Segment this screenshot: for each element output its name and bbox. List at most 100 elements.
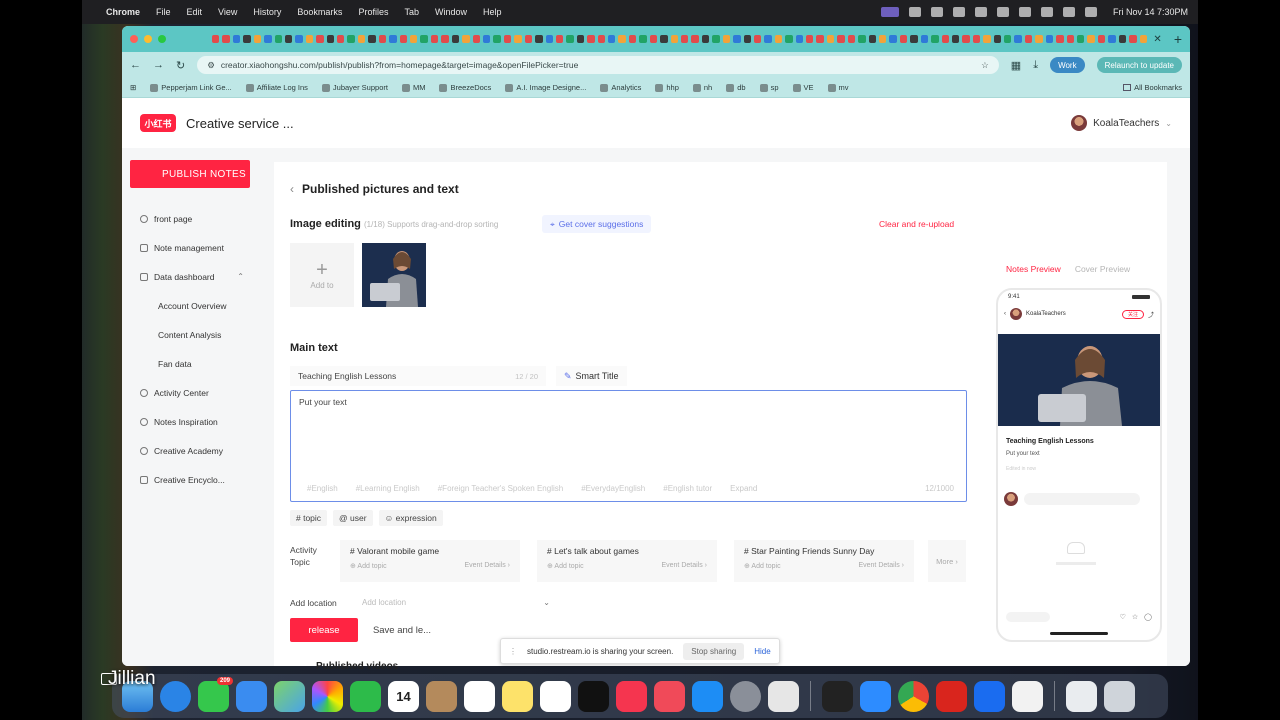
sidebar-item-data-dashboard[interactable]: Data dashboard ⌃ — [130, 262, 256, 291]
downloads-icon[interactable] — [1066, 680, 1097, 712]
new-tab-icon[interactable]: + — [1174, 31, 1182, 47]
hashtag-suggestion[interactable]: #English — [307, 484, 338, 493]
bookmark-item[interactable]: MM — [401, 83, 425, 92]
more-activities-button[interactable]: More › — [928, 540, 966, 582]
menu-app-name[interactable]: Chrome — [106, 7, 140, 17]
expression-chip[interactable]: ☺ expression — [378, 510, 443, 526]
mail-icon[interactable] — [236, 680, 267, 712]
title-input[interactable]: Teaching English Lessons 12 / 20 — [290, 366, 546, 386]
bookmark-item[interactable]: A.I. Image Designe... — [505, 83, 586, 92]
bookmark-item[interactable]: sp — [759, 83, 779, 92]
reminders-icon[interactable] — [464, 680, 495, 712]
sidebar-item-front-page[interactable]: front page — [130, 204, 256, 233]
apps-icon[interactable]: ⊞ — [130, 83, 136, 92]
get-cover-suggestions-button[interactable]: ⌖ Get cover suggestions — [542, 215, 652, 233]
bookmark-item[interactable]: Affiliate Log Ins — [245, 83, 308, 92]
download-icon[interactable]: ⤓ — [1033, 59, 1038, 72]
sidebar-item-fan-data[interactable]: Fan data — [130, 349, 256, 378]
publish-notes-button[interactable]: PUBLISH NOTES — [130, 160, 250, 188]
screen-sharing-icon[interactable] — [768, 680, 799, 712]
bookmark-item[interactable]: Analytics — [600, 83, 641, 92]
menu-profiles[interactable]: Profiles — [358, 7, 388, 17]
textedit-icon[interactable] — [1012, 680, 1043, 712]
chrome-icon[interactable] — [898, 680, 929, 712]
add-image-button[interactable]: + Add to — [290, 243, 354, 307]
maps-icon[interactable] — [274, 680, 305, 712]
menu-view[interactable]: View — [218, 7, 237, 17]
menu-window[interactable]: Window — [435, 7, 467, 17]
sidebar-item-note-management[interactable]: Note management — [130, 233, 256, 262]
pinned-tabs[interactable] — [212, 35, 1147, 43]
status-icon[interactable] — [930, 7, 943, 17]
sidebar-item-activity-center[interactable]: Activity Center — [130, 378, 256, 407]
bookmark-item[interactable]: Jubayer Support — [321, 83, 388, 92]
all-bookmarks[interactable]: All Bookmarks — [1123, 83, 1182, 92]
hashtag-suggestion[interactable]: #EverydayEnglish — [581, 484, 645, 493]
release-button[interactable]: release — [290, 618, 358, 642]
event-details-link[interactable]: Event Details › — [464, 562, 510, 570]
zoom-icon[interactable] — [860, 680, 891, 712]
control-center-icon[interactable] — [1084, 7, 1097, 17]
bookmark-item[interactable]: VE — [792, 83, 814, 92]
system-settings-icon[interactable] — [730, 680, 761, 712]
sidebar-item-content-analysis[interactable]: Content Analysis — [130, 320, 256, 349]
contacts-icon[interactable] — [426, 680, 457, 712]
menu-help[interactable]: Help — [483, 7, 502, 17]
tab-notes-preview[interactable]: Notes Preview — [1006, 264, 1061, 274]
status-icon[interactable] — [952, 7, 965, 17]
hide-sharing-button[interactable]: Hide — [754, 647, 770, 656]
add-topic-link[interactable]: ⊕ Add topic — [744, 562, 781, 570]
activity-card[interactable]: # Let's talk about games ⊕ Add topic Even… — [537, 540, 717, 582]
profile-button[interactable]: Work — [1050, 57, 1085, 73]
maximize-window-icon[interactable] — [158, 35, 166, 43]
menu-bookmarks[interactable]: Bookmarks — [297, 7, 342, 17]
play-icon[interactable] — [996, 7, 1009, 17]
back-chevron-icon[interactable]: ‹ — [290, 182, 294, 196]
event-details-link[interactable]: Event Details › — [661, 562, 707, 570]
clear-reupload-link[interactable]: Clear and re-upload — [879, 219, 954, 229]
status-icon[interactable] — [908, 7, 921, 17]
news-icon[interactable] — [654, 680, 685, 712]
hashtag-suggestion[interactable]: #English tutor — [663, 484, 712, 493]
app-store-icon[interactable] — [692, 680, 723, 712]
user-menu[interactable]: KoalaTeachers ⌄ — [1071, 115, 1172, 131]
save-and-leave-button[interactable]: Save and le... — [366, 618, 438, 642]
relaunch-button[interactable]: Relaunch to update — [1096, 57, 1182, 73]
hashtag-suggestion[interactable]: #Foreign Teacher's Spoken English — [438, 484, 563, 493]
back-icon[interactable]: ← — [130, 59, 141, 71]
tab-cover-preview[interactable]: Cover Preview — [1075, 264, 1130, 274]
menu-tab[interactable]: Tab — [404, 7, 419, 17]
safari-icon[interactable] — [160, 680, 191, 712]
bookmark-item[interactable]: Pepperjam Link Ge... — [150, 83, 232, 92]
menu-edit[interactable]: Edit — [187, 7, 203, 17]
expand-hashtags[interactable]: Expand — [730, 484, 757, 493]
hashtag-suggestion[interactable]: #Learning English — [356, 484, 420, 493]
close-window-icon[interactable] — [130, 35, 138, 43]
trash-icon[interactable] — [1104, 680, 1135, 712]
activity-card[interactable]: # Star Painting Friends Sunny Day ⊕ Add … — [734, 540, 914, 582]
address-bar[interactable]: ⚙ creator.xiaohongshu.com/publish/publis… — [197, 56, 999, 74]
bookmark-star-icon[interactable]: ☆ — [981, 60, 989, 71]
event-details-link[interactable]: Event Details › — [858, 562, 904, 570]
image-thumbnail[interactable] — [362, 243, 426, 307]
menu-clock[interactable]: Fri Nov 14 7:30PM — [1113, 7, 1188, 17]
add-topic-link[interactable]: ⊕ Add topic — [547, 562, 584, 570]
music-icon[interactable] — [616, 680, 647, 712]
notes-icon[interactable] — [502, 680, 533, 712]
bookmark-item[interactable]: db — [726, 83, 746, 92]
bookmark-item[interactable]: hhp — [655, 83, 679, 92]
reload-icon[interactable]: ↻ — [176, 59, 185, 72]
tv-icon[interactable] — [578, 680, 609, 712]
messages-icon[interactable]: 209 — [198, 676, 233, 712]
calendar-icon[interactable]: 14 — [388, 680, 419, 712]
battery-icon[interactable] — [1018, 7, 1031, 17]
menu-history[interactable]: History — [253, 7, 281, 17]
wifi-icon[interactable] — [1040, 7, 1053, 17]
body-textarea[interactable]: Put your text #English #Learning English… — [290, 390, 967, 502]
activity-card[interactable]: # Valorant mobile game ⊕ Add topic Event … — [340, 540, 520, 582]
xiaohongshu-logo[interactable]: 小红书 — [140, 114, 176, 132]
bookmark-item[interactable]: mv — [827, 83, 849, 92]
bookmark-item[interactable]: nh — [692, 83, 712, 92]
volume-icon[interactable] — [974, 7, 987, 17]
freeform-icon[interactable] — [540, 680, 571, 712]
